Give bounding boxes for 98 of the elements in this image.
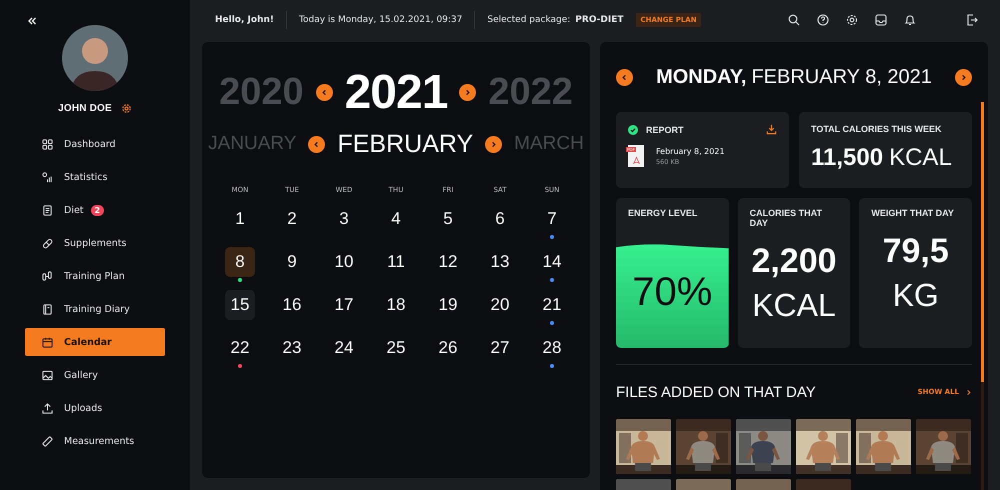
month: FEBRUARY bbox=[337, 130, 474, 158]
doc-icon bbox=[42, 204, 53, 216]
next-month-button[interactable] bbox=[485, 136, 502, 152]
calendar-day[interactable]: 10 bbox=[329, 247, 359, 277]
download-icon[interactable] bbox=[766, 124, 777, 135]
date-title: FEBRUARY 8, 2021 bbox=[751, 66, 932, 88]
pill-icon bbox=[42, 238, 53, 248]
card-title: REPORT bbox=[646, 124, 684, 134]
calendar-day[interactable]: 13 bbox=[485, 247, 515, 277]
card-title: ENERGY LEVEL bbox=[628, 208, 698, 218]
upload-icon bbox=[42, 402, 53, 414]
calendar-day[interactable]: 18 bbox=[381, 290, 411, 320]
calendar-day[interactable]: 3 bbox=[329, 204, 359, 234]
calendar-day[interactable]: 27 bbox=[485, 333, 515, 363]
card-title: WEIGHT THAT DAY bbox=[871, 208, 954, 218]
previous-month: JANUARY bbox=[208, 133, 296, 155]
calendar-day[interactable]: 8 bbox=[225, 247, 255, 277]
book-icon bbox=[42, 304, 53, 314]
package-label: Selected package: bbox=[487, 15, 570, 25]
chevron-right-icon bbox=[965, 388, 972, 396]
chevron-right-icon bbox=[960, 74, 967, 80]
weekday-title: MONDAY, bbox=[656, 66, 746, 88]
nav-item[interactable]: Dashboard bbox=[25, 130, 165, 158]
previous-year: 2020 bbox=[219, 70, 304, 114]
nav-item[interactable]: Diet 2 bbox=[25, 196, 165, 224]
calendar-day[interactable]: 5 bbox=[433, 204, 463, 234]
section-title: FILES ADDED ON THAT DAY bbox=[616, 384, 816, 400]
calendar-day[interactable]: 23 bbox=[277, 333, 307, 363]
package-name: PRO-DIET bbox=[575, 15, 624, 25]
previous-month-button[interactable] bbox=[308, 136, 326, 152]
calendar-day[interactable]: 12 bbox=[433, 247, 463, 277]
image-icon bbox=[42, 370, 53, 380]
check-icon bbox=[628, 124, 638, 134]
plan-icon bbox=[42, 270, 53, 282]
ruler-icon bbox=[42, 436, 53, 446]
calendar-day[interactable]: 24 bbox=[329, 333, 359, 363]
chevron-left-icon bbox=[621, 74, 628, 80]
card-title: CALORIES THAT DAY bbox=[750, 208, 824, 228]
nav-item[interactable]: Uploads bbox=[25, 394, 165, 422]
calendar-day[interactable]: 22 bbox=[225, 333, 255, 363]
chevron-left-icon bbox=[313, 140, 320, 148]
calories-value: 11,500 bbox=[811, 144, 884, 172]
card-title: TOTAL CALORIES THIS WEEK bbox=[811, 124, 943, 134]
help-icon[interactable] bbox=[817, 14, 829, 26]
energy-value: 70% bbox=[632, 270, 712, 315]
calendar-day[interactable]: 4 bbox=[381, 204, 411, 234]
nav-item[interactable]: Measurements bbox=[25, 427, 165, 455]
chevron-right-icon bbox=[490, 140, 498, 148]
settings-icon[interactable] bbox=[120, 103, 132, 114]
calendar-icon bbox=[42, 336, 53, 348]
chevron-right-icon bbox=[464, 88, 472, 96]
nav-item[interactable]: Supplements bbox=[25, 229, 165, 257]
inbox-icon[interactable] bbox=[875, 14, 887, 26]
nav-item[interactable]: Training Diary bbox=[25, 295, 165, 323]
user-name: JOHN DOE bbox=[58, 103, 112, 114]
current-date: Today is Monday, 15.02.2021, 09:37 bbox=[299, 15, 462, 25]
next-month: MARCH bbox=[514, 133, 584, 155]
grid-icon bbox=[42, 138, 53, 150]
calendar-day[interactable]: 1 bbox=[225, 204, 255, 234]
calories-unit: KCAL bbox=[889, 144, 952, 172]
calendar-day[interactable]: 11 bbox=[381, 247, 411, 277]
bell-icon[interactable] bbox=[904, 14, 916, 26]
chevron-left-icon bbox=[320, 88, 328, 96]
next-day-button[interactable] bbox=[954, 68, 972, 86]
search-icon[interactable] bbox=[788, 14, 800, 26]
calendar-day[interactable]: 20 bbox=[485, 290, 515, 320]
stats-icon bbox=[42, 172, 53, 182]
weight-unit: KG bbox=[892, 277, 939, 314]
calendar-day[interactable]: 26 bbox=[433, 333, 463, 363]
calendar-day[interactable]: 7 bbox=[537, 204, 567, 234]
calendar-day[interactable]: 16 bbox=[277, 290, 307, 320]
count-badge: 2 bbox=[90, 204, 104, 216]
calendar-day[interactable]: 9 bbox=[277, 247, 307, 277]
calendar-day[interactable]: 19 bbox=[433, 290, 463, 320]
calendar-day[interactable]: 6 bbox=[485, 204, 515, 234]
next-year-button[interactable] bbox=[459, 84, 476, 100]
calendar-day[interactable]: 17 bbox=[329, 290, 359, 320]
calories-value: 2,200 bbox=[751, 242, 837, 281]
collapse-icon[interactable] bbox=[27, 16, 37, 26]
nav-item[interactable]: Gallery bbox=[25, 361, 165, 389]
weight-value: 79,5 bbox=[882, 232, 949, 271]
calendar-day[interactable]: 21 bbox=[537, 290, 567, 320]
calendar-day[interactable]: 2 bbox=[277, 204, 307, 234]
next-year: 2022 bbox=[488, 70, 573, 114]
nav-item[interactable]: Training Plan bbox=[25, 262, 165, 290]
greeting: Hello, John! bbox=[215, 15, 274, 25]
nav-item[interactable]: Calendar bbox=[25, 328, 165, 356]
nav-item[interactable]: Statistics bbox=[25, 163, 165, 191]
calories-unit: KCAL bbox=[752, 287, 836, 324]
calendar-day[interactable]: 14 bbox=[537, 247, 567, 277]
calendar-day[interactable]: 28 bbox=[537, 333, 567, 363]
previous-year-button[interactable] bbox=[316, 84, 333, 100]
previous-day-button[interactable] bbox=[616, 68, 633, 86]
calendar-day[interactable]: 15 bbox=[225, 290, 255, 320]
year: 2021 bbox=[344, 64, 448, 120]
calendar-day[interactable]: 25 bbox=[381, 333, 411, 363]
logout-icon[interactable] bbox=[966, 14, 978, 26]
file-name: February 8, 2021 bbox=[656, 146, 725, 156]
